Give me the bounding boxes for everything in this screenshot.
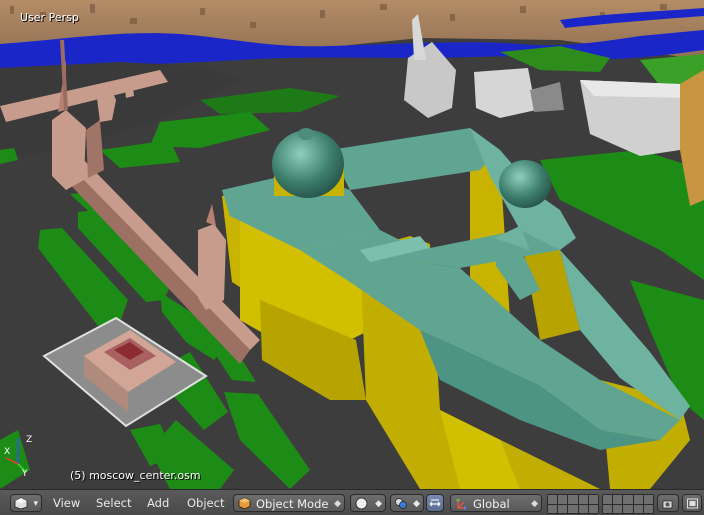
city-scene-render <box>0 0 704 489</box>
transform-orientation-dropdown[interactable]: Global ◆ <box>450 494 542 512</box>
orientation-label: Global <box>473 497 510 511</box>
axis-x-label: X <box>4 447 10 457</box>
solid-sphere-icon <box>355 497 368 510</box>
view-axes-gizmo: Z X Y <box>4 435 32 478</box>
3d-view-icon <box>14 497 28 510</box>
menu-select[interactable]: Select <box>94 494 133 512</box>
lock-camera-button[interactable] <box>657 494 679 512</box>
3d-viewport[interactable]: User Persp (5) moscow_center.osm Z X Y <box>0 0 704 489</box>
render-preview-icon <box>687 498 698 509</box>
axis-y-label: Y <box>21 469 28 478</box>
manipulator-toggle-button[interactable] <box>426 494 444 512</box>
lock-camera-icon <box>662 500 673 509</box>
menu-add[interactable]: Add <box>145 494 171 512</box>
layers-group-1[interactable] <box>547 494 599 514</box>
axis-z-label: Z <box>26 435 32 445</box>
mode-label: Object Mode <box>256 497 329 511</box>
pivot-point-icon <box>395 498 407 509</box>
object-mode-cube-icon <box>238 497 251 510</box>
editor-type-button[interactable]: ▾ <box>10 494 42 512</box>
view-perspective-label: User Persp <box>20 11 79 24</box>
render-preview-button[interactable] <box>682 494 702 512</box>
menu-view[interactable]: View <box>51 494 82 512</box>
menu-object[interactable]: Object <box>185 494 226 512</box>
pivot-point-button[interactable]: ◆ <box>390 494 424 512</box>
3d-view-header: ▾ View Select Add Object Object Mode ◆ ◆… <box>0 489 704 515</box>
transform-orientation-icon <box>456 498 467 510</box>
layers-group-2[interactable] <box>602 494 654 514</box>
manipulator-arrows-icon <box>429 499 441 507</box>
active-object-label: (5) moscow_center.osm <box>70 469 201 482</box>
mode-dropdown[interactable]: Object Mode ◆ <box>233 494 345 512</box>
viewport-shading-button[interactable]: ◆ <box>350 494 386 512</box>
